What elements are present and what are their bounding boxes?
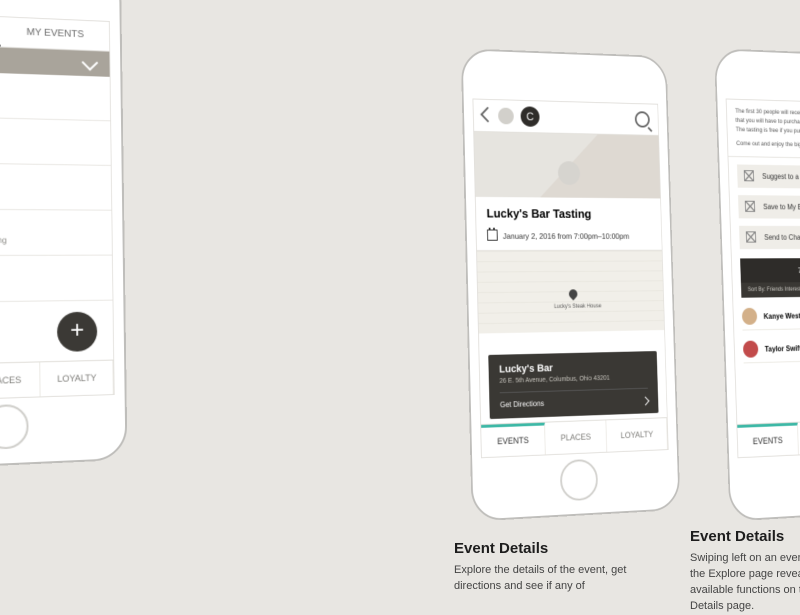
people-going-bar: 7 People Going [740, 258, 800, 283]
event-title: Bar Tasting [0, 220, 100, 234]
map-pin-icon [567, 287, 579, 300]
caption-body: Swiping left on an event from the Explor… [690, 551, 800, 615]
tab-my-events[interactable]: MY EVENTS [0, 17, 109, 51]
list-item[interactable]: ide MarathonNationwide Insurance [0, 256, 113, 304]
app-logo: C [520, 106, 539, 127]
venue-name: Lucky's Bar [499, 360, 647, 375]
home-button[interactable] [560, 459, 599, 502]
tab-loyalty[interactable]: LOYALTY [41, 361, 114, 397]
search-icon[interactable] [635, 111, 650, 127]
home-button[interactable] [0, 404, 29, 450]
calendar-icon [487, 230, 498, 241]
avatar [743, 341, 759, 358]
bottom-tabs: EVENTS PLACES LOYALTY [481, 417, 668, 457]
tab-events[interactable]: EVENTS [737, 423, 798, 458]
venue-address: 26 E. 5th Avenue, Columbus, Ohio 43201 [499, 374, 647, 385]
event-title: Bar Tasting [0, 80, 98, 100]
event-title: Bar Tasting [0, 173, 99, 189]
suggest-button[interactable]: Suggest to a Friend [737, 164, 800, 189]
event-sub: u liked: Lola's Coffee Tasting [0, 236, 100, 245]
list-item[interactable]: Kanye West [742, 301, 800, 330]
event-date: January 2, 2016 from 7:00pm–10:00pm [476, 230, 661, 251]
phone-event-actions: The first 30 people will receive a free … [714, 48, 800, 521]
caption-title: Event Details [690, 528, 800, 545]
bottom-tabs: EVENTS PLACES LOYALTY [737, 417, 800, 457]
top-tabs: EXPLORE MY EVENTS [0, 12, 109, 52]
tab-events[interactable]: EVENTS [481, 423, 545, 458]
screen: The first 30 people will receive a free … [726, 99, 800, 459]
phone-explore-list: EXPLORE MY EVENTS Suggested Bar Tastingb… [0, 0, 127, 471]
date-text: January 2, 2016 from 7:00pm–10:00pm [503, 231, 630, 240]
list-item[interactable]: Bar Tastingby: Jesse George [0, 162, 111, 210]
person-name: Taylor Swift [765, 344, 800, 353]
button-label: Suggest to a Friend [762, 172, 800, 181]
get-directions-button[interactable]: Get Directions [500, 388, 649, 410]
event-sub: by: Jesse George [0, 142, 99, 155]
person-name: Kanye West [763, 311, 800, 320]
avatar[interactable] [498, 108, 514, 125]
map-pin-label: Lucky's Steak House [554, 304, 601, 310]
list-item[interactable]: Taylor Swift [743, 333, 800, 364]
event-title: ide Marathon [0, 265, 100, 280]
chevron-down-icon [82, 54, 99, 70]
hero-image [474, 132, 660, 199]
avatar [742, 308, 758, 325]
button-label: Send to Chat [764, 233, 800, 241]
desc-line: The tasting is free if you purchase a [736, 125, 800, 138]
send-chat-button[interactable]: Send to Chat [739, 226, 800, 249]
sun-icon [558, 161, 581, 185]
bottom-tabs: EVENTS PLACES LOYALTY [0, 360, 114, 402]
map[interactable]: Lucky's Steak House [477, 251, 664, 334]
phone-event-detail: C Lucky's Bar Tasting January 2, 2016 fr… [461, 48, 681, 521]
button-label: Save to My Events [763, 203, 800, 212]
caption-event-details-1: Event Details Explore the details of the… [454, 540, 674, 595]
caption-body: Explore the details of the event, get di… [454, 563, 674, 595]
event-title: Bar Tasting [0, 126, 99, 144]
back-icon[interactable] [480, 107, 495, 123]
sort-row[interactable]: Sort By: Friends Interested in This Even… [741, 281, 800, 297]
list-item[interactable]: Bar Tastingby: Jesse George [0, 69, 110, 121]
list-item[interactable]: Bar Tastingby: Jesse George [0, 116, 111, 166]
screen: EXPLORE MY EVENTS Suggested Bar Tastingb… [0, 11, 115, 402]
caption-event-details-2: Event Details Swiping left on an event f… [690, 528, 800, 615]
desc-line: Come out and enjoy the biggest ta [736, 140, 800, 152]
save-button[interactable]: Save to My Events [738, 195, 800, 219]
cta-label: Get Directions [500, 399, 544, 409]
chevron-right-icon [641, 397, 649, 406]
tab-loyalty[interactable]: LOYALTY [607, 418, 668, 452]
event-sub: Nationwide Insurance [0, 281, 101, 292]
event-title: Lucky's Bar Tasting [476, 197, 662, 230]
add-button[interactable]: + [57, 312, 97, 352]
header: C [473, 99, 658, 135]
event-description: The first 30 people will receive a free … [727, 99, 800, 160]
tab-places[interactable]: PLACES [545, 420, 608, 454]
screen: C Lucky's Bar Tasting January 2, 2016 fr… [472, 99, 668, 459]
venue-card: Lucky's Bar 26 E. 5th Avenue, Columbus, … [488, 351, 658, 419]
tab-places[interactable]: PLACES [0, 362, 41, 398]
event-sub: by: Jesse George [0, 189, 99, 200]
list-item[interactable]: Bar Tasting u liked: Lola's Coffee Tastin… [0, 209, 112, 256]
caption-title: Event Details [454, 540, 674, 557]
